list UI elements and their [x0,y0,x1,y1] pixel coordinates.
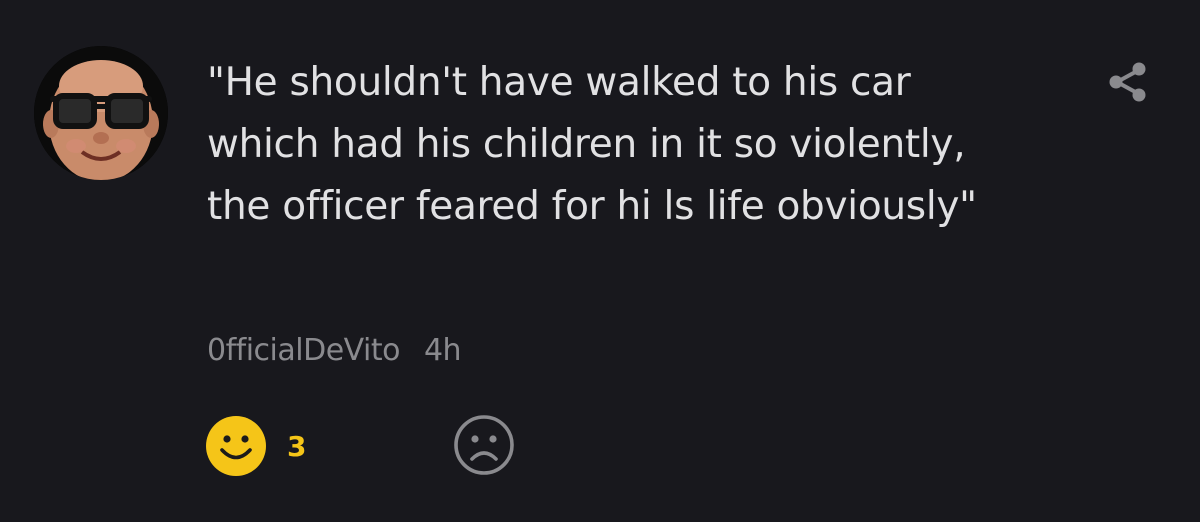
comment-text: "He shouldn't have walked to his car whi… [207,60,977,229]
comment-meta: 0fficialDeVito 4h [207,325,462,375]
like-count: 3 [287,429,307,463]
avatar-photo-icon [34,46,168,180]
author-username[interactable]: 0fficialDeVito [207,333,400,368]
reaction-bar: 3 [205,414,327,478]
comment-card: "He shouldn't have walked to his car whi… [0,0,1200,522]
share-icon[interactable] [1106,60,1150,104]
timestamp: 4h [423,332,462,368]
smile-face-icon[interactable] [205,415,267,477]
sad-face-icon[interactable] [453,414,515,476]
avatar[interactable] [34,46,168,180]
